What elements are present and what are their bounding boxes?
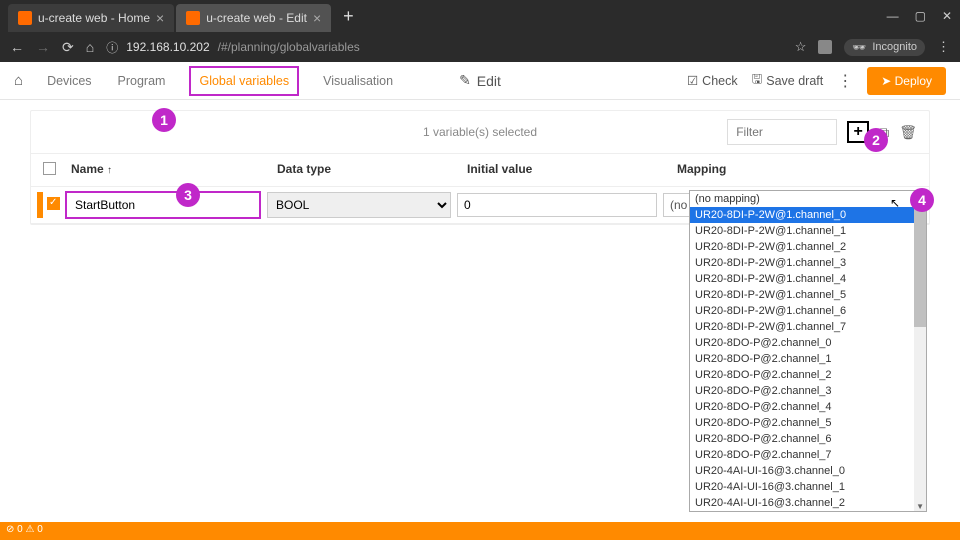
deploy-button[interactable]: ➤ Deploy bbox=[867, 67, 946, 95]
nav-visualisation[interactable]: Visualisation bbox=[321, 64, 395, 98]
mapping-option[interactable]: UR20-8DO-P@2.channel_4 bbox=[690, 399, 926, 415]
incognito-badge: 🕶 Incognito bbox=[844, 39, 925, 56]
col-header-type[interactable]: Data type bbox=[277, 162, 467, 178]
scroll-down-icon[interactable]: ▼ bbox=[916, 502, 924, 511]
scrollbar-track[interactable]: ▲ ▼ bbox=[914, 191, 926, 511]
window-maximize[interactable]: ▢ bbox=[915, 9, 926, 23]
mapping-option[interactable]: UR20-8DI-P-2W@1.channel_7 bbox=[690, 319, 926, 335]
url-host: 192.168.10.202 bbox=[126, 40, 209, 54]
extension-icon[interactable] bbox=[818, 40, 832, 54]
mapping-option[interactable]: UR20-4AI-UI-16@3.channel_2 bbox=[690, 495, 926, 511]
annotation-badge-2: 2 bbox=[864, 128, 888, 152]
browser-menu-icon[interactable]: ⋮ bbox=[937, 39, 950, 55]
mapping-option[interactable]: UR20-8DO-P@2.channel_3 bbox=[690, 383, 926, 399]
back-button[interactable]: ← bbox=[10, 39, 24, 55]
browser-tabstrip: u-create web - Home × u-create web - Edi… bbox=[0, 0, 960, 32]
sort-asc-icon: ↑ bbox=[107, 165, 112, 176]
mapping-option[interactable]: UR20-8DI-P-2W@1.channel_5 bbox=[690, 287, 926, 303]
mapping-option[interactable]: UR20-4AI-UI-16@3.channel_0 bbox=[690, 463, 926, 479]
reload-button[interactable]: ⟳ bbox=[62, 39, 74, 56]
select-all-checkbox[interactable] bbox=[43, 162, 56, 175]
window-minimize[interactable]: — bbox=[887, 9, 899, 23]
selection-count: 1 variable(s) selected bbox=[423, 125, 537, 139]
page-title: ✎ Edit bbox=[459, 72, 501, 89]
mapping-option[interactable]: UR20-8DO-P@2.channel_7 bbox=[690, 447, 926, 463]
mapping-option[interactable]: UR20-8DI-P-2W@1.channel_4 bbox=[690, 271, 926, 287]
check-button[interactable]: ☑ Check bbox=[687, 73, 738, 88]
row-checkbox[interactable] bbox=[47, 197, 60, 210]
annotation-badge-1: 1 bbox=[152, 108, 176, 132]
url-path: /#/planning/globalvariables bbox=[218, 40, 360, 54]
new-tab-button[interactable]: + bbox=[333, 6, 364, 27]
not-secure-icon: ⓘ bbox=[106, 39, 118, 56]
tab-title: u-create web - Edit bbox=[206, 11, 307, 25]
tab-favicon bbox=[186, 11, 200, 25]
forward-button[interactable]: → bbox=[36, 39, 50, 55]
nav-global-variables[interactable]: Global variables bbox=[189, 66, 299, 96]
check-icon: ☑ bbox=[687, 73, 698, 88]
mapping-option[interactable]: UR20-8DO-P@2.channel_0 bbox=[690, 335, 926, 351]
mapping-option[interactable]: UR20-8DO-P@2.channel_2 bbox=[690, 367, 926, 383]
tab-title: u-create web - Home bbox=[38, 11, 150, 25]
home-button[interactable]: ⌂ bbox=[86, 39, 94, 55]
mapping-option[interactable]: UR20-8DO-P@2.channel_6 bbox=[690, 431, 926, 447]
save-draft-button[interactable]: 🖫 Save draft bbox=[752, 70, 824, 91]
mouse-cursor: ↖ bbox=[890, 196, 900, 210]
variable-name-input[interactable] bbox=[65, 191, 261, 219]
annotation-badge-4: 4 bbox=[910, 188, 934, 212]
mapping-option[interactable]: UR20-8DI-P-2W@1.channel_1 bbox=[690, 223, 926, 239]
close-icon[interactable]: × bbox=[156, 10, 164, 26]
incognito-icon: 🕶 bbox=[852, 41, 866, 54]
mapping-option[interactable]: UR20-8DI-P-2W@1.channel_2 bbox=[690, 239, 926, 255]
initial-value-input[interactable] bbox=[457, 193, 657, 217]
scrollbar-thumb[interactable] bbox=[914, 207, 926, 327]
home-icon[interactable]: ⌂ bbox=[14, 72, 23, 89]
browser-tab[interactable]: u-create web - Edit × bbox=[176, 4, 331, 32]
nav-devices[interactable]: Devices bbox=[45, 64, 93, 98]
annotation-badge-3: 3 bbox=[176, 183, 200, 207]
save-icon: 🖫 bbox=[752, 70, 763, 91]
deploy-icon: ➤ bbox=[881, 74, 894, 88]
tab-favicon bbox=[18, 11, 32, 25]
mapping-option[interactable]: UR20-4AI-UI-16@3.channel_1 bbox=[690, 479, 926, 495]
filter-input[interactable] bbox=[727, 119, 837, 145]
more-menu-icon[interactable]: ⋮ bbox=[837, 71, 853, 91]
row-marker bbox=[37, 192, 43, 218]
address-bar[interactable]: ⓘ 192.168.10.202 /#/planning/globalvariab… bbox=[106, 39, 783, 56]
status-bar: ⊘ 0 ⚠ 0 bbox=[0, 522, 960, 540]
col-header-name[interactable]: Name ↑ bbox=[71, 162, 277, 178]
col-header-mapping[interactable]: Mapping bbox=[677, 162, 917, 178]
bookmark-icon[interactable]: ☆ bbox=[795, 39, 807, 55]
datatype-select[interactable]: BOOL bbox=[267, 192, 451, 218]
delete-icon[interactable]: 🗑 bbox=[899, 124, 917, 141]
browser-tab[interactable]: u-create web - Home × bbox=[8, 4, 174, 32]
window-close[interactable]: ✕ bbox=[942, 9, 952, 23]
edit-icon: ✎ bbox=[459, 72, 471, 89]
mapping-option[interactable]: UR20-8DI-P-2W@1.channel_6 bbox=[690, 303, 926, 319]
browser-toolbar: ← → ⟳ ⌂ ⓘ 192.168.10.202 /#/planning/glob… bbox=[0, 32, 960, 62]
nav-program[interactable]: Program bbox=[116, 64, 168, 98]
mapping-option[interactable]: UR20-8DO-P@2.channel_5 bbox=[690, 415, 926, 431]
mapping-option[interactable]: UR20-8DI-P-2W@1.channel_3 bbox=[690, 255, 926, 271]
table-header: Name ↑ Data type Initial value Mapping bbox=[31, 153, 929, 187]
app-navbar: ⌂ Devices Program Global variables Visua… bbox=[0, 62, 960, 100]
mapping-dropdown: (no mapping)UR20-8DI-P-2W@1.channel_0UR2… bbox=[689, 190, 927, 512]
mapping-option[interactable]: UR20-8DO-P@2.channel_1 bbox=[690, 351, 926, 367]
close-icon[interactable]: × bbox=[313, 10, 321, 26]
col-header-init[interactable]: Initial value bbox=[467, 162, 677, 178]
